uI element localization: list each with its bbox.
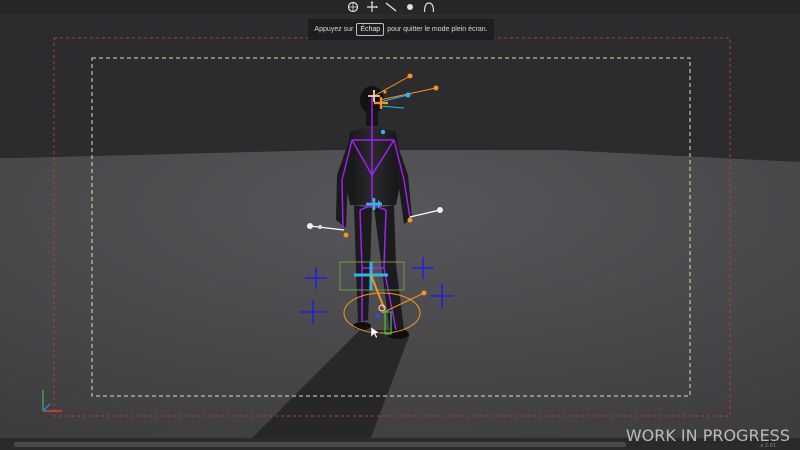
fullscreen-notice: Appuyez sur Échap pour quitter le mode p… <box>308 19 494 40</box>
escape-key-label: Échap <box>356 23 385 36</box>
3d-viewport[interactable]: Appuyez sur Échap pour quitter le mode p… <box>0 0 800 450</box>
horizontal-scrollbar[interactable] <box>14 442 626 447</box>
point-tool-icon[interactable] <box>403 0 417 14</box>
notice-text-before: Appuyez sur <box>314 26 354 33</box>
scene-canvas[interactable] <box>0 0 800 450</box>
transform-toolbar <box>346 0 436 14</box>
watermark-small-text: x 2:01 <box>760 443 776 449</box>
move-tool-icon[interactable] <box>365 0 379 14</box>
rotate-tool-icon[interactable] <box>346 0 360 14</box>
bone-tool-icon[interactable] <box>384 0 398 14</box>
head-controls[interactable] <box>368 73 439 135</box>
notice-text-after: pour quitter le mode plein écran. <box>387 26 488 33</box>
curve-tool-icon[interactable] <box>422 0 436 14</box>
